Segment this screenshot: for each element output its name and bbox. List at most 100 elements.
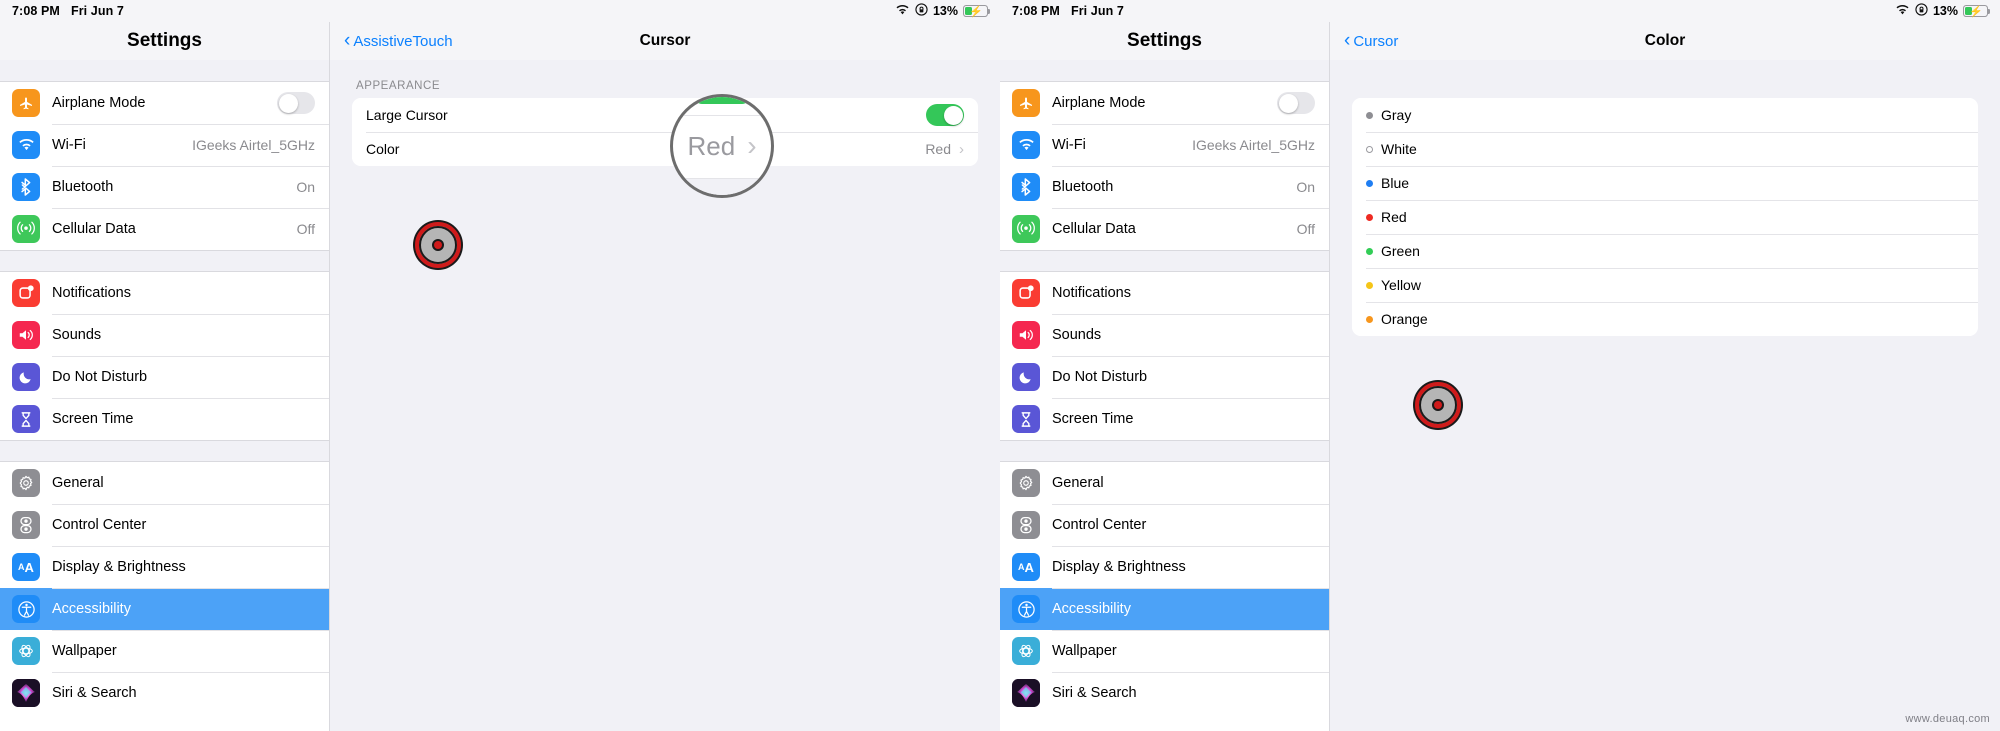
sidebar-item-siri-search[interactable]: Siri & Search	[0, 672, 329, 714]
color-swatch-dot	[1366, 145, 1373, 153]
sidebar-item-label: Do Not Disturb	[52, 369, 148, 385]
sidebar-item-sounds[interactable]: Sounds	[1000, 314, 1329, 356]
airplane-mode-toggle[interactable]	[1277, 92, 1315, 114]
bluetooth-icon	[1012, 173, 1040, 201]
display-brightness-icon: AA	[1012, 553, 1040, 581]
chevron-right-icon: ›	[959, 140, 964, 158]
sidebar-item-label: Airplane Mode	[1052, 95, 1146, 111]
sidebar-item-label: General	[52, 475, 104, 491]
sidebar-item-airplane-mode[interactable]: Airplane Mode	[0, 82, 329, 124]
cellular-state-value: Off	[296, 221, 315, 237]
sidebar-item-label: Display & Brightness	[1052, 559, 1186, 575]
sidebar-item-label: Airplane Mode	[52, 95, 146, 111]
battery-icon: ⚡	[963, 5, 991, 18]
assistive-touch-cursor[interactable]	[415, 222, 461, 268]
settings-sidebar[interactable]: Settings Airplane Mode Wi-Fi IGeeks Airt…	[0, 22, 330, 731]
sidebar-item-label: Sounds	[1052, 327, 1102, 343]
bluetooth-state-value: On	[296, 179, 315, 195]
sidebar-item-general[interactable]: General	[1000, 462, 1329, 504]
color-option-label: Orange	[1381, 311, 1428, 327]
sidebar-item-cellular-data[interactable]: Cellular Data Off	[0, 208, 329, 250]
gear-icon	[1012, 469, 1040, 497]
assistive-touch-cursor[interactable]	[1415, 382, 1461, 428]
sidebar-item-cellular-data[interactable]: Cellular Data Off	[1000, 208, 1329, 250]
color-swatch-dot	[1366, 315, 1373, 323]
sidebar-item-display-brightness[interactable]: AA Display & Brightness	[0, 546, 329, 588]
device-screenshot-right: 7:08 PM Fri Jun 7 13% ⚡ Settings Airplan…	[1000, 0, 2000, 731]
sidebar-item-label: Notifications	[1052, 285, 1131, 301]
sidebar-item-label: Screen Time	[52, 411, 134, 427]
sidebar-item-wifi[interactable]: Wi-Fi IGeeks Airtel_5GHz	[0, 124, 329, 166]
sidebar-item-general[interactable]: General	[0, 462, 329, 504]
color-swatch-dot	[1366, 281, 1373, 289]
color-swatch-dot	[1366, 179, 1373, 187]
color-option-label: Gray	[1381, 107, 1412, 123]
sidebar-item-label: Cellular Data	[1052, 221, 1136, 237]
sidebar-item-notifications[interactable]: Notifications	[1000, 272, 1329, 314]
large-cursor-toggle[interactable]	[926, 104, 964, 126]
sidebar-item-wifi[interactable]: Wi-Fi IGeeks Airtel_5GHz	[1000, 124, 1329, 166]
chevron-left-icon: ‹	[1344, 29, 1351, 51]
wifi-icon	[1012, 131, 1040, 159]
color-option-yellow[interactable]: Yellow	[1352, 268, 1978, 302]
sidebar-item-display-brightness[interactable]: AA Display & Brightness	[1000, 546, 1329, 588]
color-option-blue[interactable]: Blue	[1352, 166, 1978, 200]
hourglass-icon	[1012, 405, 1040, 433]
airplane-mode-toggle[interactable]	[277, 92, 315, 114]
sidebar-item-label: Accessibility	[1052, 601, 1131, 617]
sidebar-item-control-center[interactable]: Control Center	[0, 504, 329, 546]
color-option-red[interactable]: Red	[1352, 200, 1978, 234]
appearance-section-header: APPEARANCE	[356, 80, 441, 92]
back-button-cursor[interactable]: ‹ Cursor	[1344, 29, 1398, 51]
siri-icon	[1012, 679, 1040, 707]
color-option-gray[interactable]: Gray	[1352, 98, 1978, 132]
sidebar-item-do-not-disturb[interactable]: Do Not Disturb	[1000, 356, 1329, 398]
color-option-orange[interactable]: Orange	[1352, 302, 1978, 336]
sidebar-item-airplane-mode[interactable]: Airplane Mode	[1000, 82, 1329, 124]
color-option-green[interactable]: Green	[1352, 234, 1978, 268]
magnifier-red-value: Red ›	[670, 94, 774, 198]
sidebar-list[interactable]: Airplane Mode Wi-Fi IGeeks Airtel_5GHz B…	[1000, 60, 1329, 731]
sidebar-item-label: Sounds	[52, 327, 102, 343]
color-option-white[interactable]: White	[1352, 132, 1978, 166]
sidebar-item-do-not-disturb[interactable]: Do Not Disturb	[0, 356, 329, 398]
device-screenshot-left: 7:08 PM Fri Jun 7 13% ⚡ Settings Airplan…	[0, 0, 1000, 731]
hourglass-icon	[12, 405, 40, 433]
wallpaper-icon	[1012, 637, 1040, 665]
back-button-label: AssistiveTouch	[353, 32, 453, 50]
sidebar-list[interactable]: Airplane Mode Wi-Fi IGeeks Airtel_5GHz B…	[0, 60, 329, 731]
cursor-detail-pane: ‹ AssistiveTouch Cursor APPEARANCE Large…	[330, 22, 1000, 731]
moon-icon	[12, 363, 40, 391]
battery-icon: ⚡	[1963, 5, 1991, 18]
sidebar-item-label: Bluetooth	[1052, 179, 1114, 195]
sidebar-item-bluetooth[interactable]: Bluetooth On	[1000, 166, 1329, 208]
sidebar-item-control-center[interactable]: Control Center	[1000, 504, 1329, 546]
color-option-label: White	[1381, 141, 1417, 157]
sidebar-item-siri-search[interactable]: Siri & Search	[1000, 672, 1329, 714]
row-large-cursor[interactable]: Large Cursor	[352, 98, 978, 132]
settings-sidebar[interactable]: Settings Airplane Mode Wi-Fi IGeeks Airt…	[1000, 22, 1330, 731]
sidebar-item-screen-time[interactable]: Screen Time	[0, 398, 329, 440]
sidebar-item-wallpaper[interactable]: Wallpaper	[0, 630, 329, 672]
wifi-network-value: IGeeks Airtel_5GHz	[1192, 137, 1315, 153]
airplane-icon	[12, 89, 40, 117]
sidebar-item-notifications[interactable]: Notifications	[0, 272, 329, 314]
color-option-label: Red	[1381, 209, 1407, 225]
wifi-icon	[12, 131, 40, 159]
sidebar-item-wallpaper[interactable]: Wallpaper	[1000, 630, 1329, 672]
sidebar-item-screen-time[interactable]: Screen Time	[1000, 398, 1329, 440]
row-color[interactable]: Color Red ›	[352, 132, 978, 166]
sidebar-group-gap	[1000, 60, 1329, 82]
wifi-icon	[895, 4, 910, 19]
sidebar-item-label: Cellular Data	[52, 221, 136, 237]
back-button-assistivetouch[interactable]: ‹ AssistiveTouch	[344, 31, 453, 51]
sidebar-group-gap	[0, 60, 329, 82]
sidebar-item-label: Bluetooth	[52, 179, 114, 195]
sidebar-item-accessibility[interactable]: Accessibility	[0, 588, 329, 630]
sliders-icon	[12, 511, 40, 539]
sidebar-item-bluetooth[interactable]: Bluetooth On	[0, 166, 329, 208]
sidebar-item-sounds[interactable]: Sounds	[0, 314, 329, 356]
cursor-detail-body: APPEARANCE Large Cursor Color Red ›	[330, 60, 1000, 731]
chevron-right-icon: ›	[747, 130, 757, 161]
sidebar-item-accessibility[interactable]: Accessibility	[1000, 588, 1329, 630]
